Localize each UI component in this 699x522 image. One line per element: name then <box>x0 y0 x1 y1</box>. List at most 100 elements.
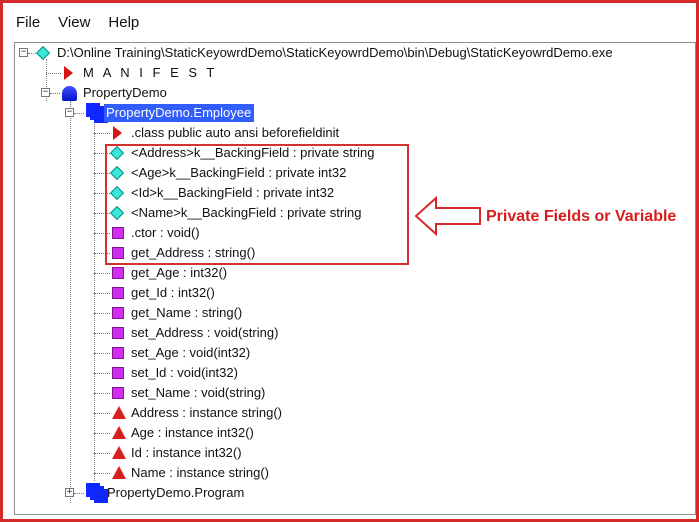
tree-row-method-get-age[interactable]: get_Age : int32() <box>15 263 695 283</box>
expand-program-button[interactable]: + <box>65 488 74 497</box>
tree-connector-manifest <box>46 73 61 75</box>
tree-connector-employee <box>74 113 84 115</box>
tree-connector-namespace <box>50 93 60 95</box>
menu-bar: File View Help <box>6 6 696 40</box>
method-set-address-label[interactable]: set_Address : void(string) <box>131 324 278 342</box>
method-get-name-label[interactable]: get_Name : string() <box>131 304 242 322</box>
menu-help[interactable]: Help <box>108 14 139 32</box>
tree-connector-method-set-age <box>94 353 110 355</box>
method-icon <box>112 287 124 299</box>
program-class-label[interactable]: PropertyDemo.Program <box>107 484 244 502</box>
tree-row-method-set-address[interactable]: set_Address : void(string) <box>15 323 695 343</box>
class-icon <box>90 486 104 500</box>
tree-row-property-id[interactable]: Id : instance int32() <box>15 443 695 463</box>
field-id-label[interactable]: <Id>k__BackingField : private int32 <box>131 184 334 202</box>
property-address-label[interactable]: Address : instance string() <box>131 404 282 422</box>
tree-connector-method-get-name <box>94 313 110 315</box>
tree-connector-program <box>74 493 84 495</box>
tree-row-method-get-id[interactable]: get_Id : int32() <box>15 283 695 303</box>
tree-row-manifest[interactable]: M A N I F E S T <box>15 63 695 83</box>
tree-row-namespace[interactable]: − PropertyDemo <box>15 83 695 103</box>
field-icon <box>109 185 125 201</box>
tree-row-method-set-id[interactable]: set_Id : void(int32) <box>15 363 695 383</box>
method-icon <box>112 347 124 359</box>
tree-connector-property-address <box>94 413 110 415</box>
field-icon <box>109 205 125 221</box>
collapse-root-button[interactable]: − <box>19 48 28 57</box>
tree-row-field-id[interactable]: <Id>k__BackingField : private int32 <box>15 183 695 203</box>
class-info-icon <box>113 126 122 140</box>
property-id-label[interactable]: Id : instance int32() <box>131 444 242 462</box>
tree-connector-method-set-id <box>94 373 110 375</box>
method-set-name-label[interactable]: set_Name : void(string) <box>131 384 265 402</box>
tree-connector-method-get-id <box>94 293 110 295</box>
method-icon <box>112 307 124 319</box>
property-name-label[interactable]: Name : instance string() <box>131 464 269 482</box>
property-icon <box>112 446 126 459</box>
tree-connector-field-id <box>94 193 110 195</box>
manifest-label[interactable]: M A N I F E S T <box>83 64 217 82</box>
tree-connector-method-ctor <box>94 233 110 235</box>
screenshot-frame: File View Help − D:\Online Training\Stat… <box>0 0 699 522</box>
menu-view[interactable]: View <box>58 14 90 32</box>
tree-connector-property-name <box>94 473 110 475</box>
menu-file[interactable]: File <box>16 14 40 32</box>
tree-connector-root <box>28 53 36 55</box>
tree-row-program-class[interactable]: + PropertyDemo.Program <box>15 483 695 503</box>
tree-row-employee-class[interactable]: − PropertyDemo.Employee <box>15 103 695 123</box>
assembly-diamond-icon <box>35 45 51 61</box>
tree-row-property-age[interactable]: Age : instance int32() <box>15 423 695 443</box>
collapse-namespace-button[interactable]: − <box>41 88 50 97</box>
tree-connector-property-age <box>94 433 110 435</box>
tree-row-field-age[interactable]: <Age>k__BackingField : private int32 <box>15 163 695 183</box>
tree-row-method-ctor[interactable]: .ctor : void() <box>15 223 695 243</box>
tree-connector-field-age <box>94 173 110 175</box>
method-icon <box>112 327 124 339</box>
tree-connector-method-set-address <box>94 333 110 335</box>
tree-connector-class-info <box>94 133 110 135</box>
tree-connector-method-get-address <box>94 253 110 255</box>
tree-row-method-get-address[interactable]: get_Address : string() <box>15 243 695 263</box>
tree-row-root[interactable]: − D:\Online Training\StaticKeyowrdDemo\S… <box>15 43 695 63</box>
class-info-label[interactable]: .class public auto ansi beforefieldinit <box>131 124 339 142</box>
employee-class-label[interactable]: PropertyDemo.Employee <box>104 104 255 122</box>
method-icon <box>112 247 124 259</box>
field-icon <box>109 145 125 161</box>
property-icon <box>112 466 126 479</box>
method-icon <box>112 387 124 399</box>
field-icon <box>109 165 125 181</box>
class-icon <box>90 106 104 120</box>
tree-connector-property-id <box>94 453 110 455</box>
method-icon <box>112 367 124 379</box>
assembly-path-label[interactable]: D:\Online Training\StaticKeyowrdDemo\Sta… <box>57 44 613 62</box>
method-get-id-label[interactable]: get_Id : int32() <box>131 284 215 302</box>
property-age-label[interactable]: Age : instance int32() <box>131 424 254 442</box>
annotation-arrow-icon <box>414 195 481 237</box>
property-icon <box>112 406 126 419</box>
method-get-address-label[interactable]: get_Address : string() <box>131 244 255 262</box>
field-address-label[interactable]: <Address>k__BackingField : private strin… <box>131 144 375 162</box>
field-age-label[interactable]: <Age>k__BackingField : private int32 <box>131 164 346 182</box>
collapse-employee-button[interactable]: − <box>65 108 74 117</box>
tree-row-field-address[interactable]: <Address>k__BackingField : private strin… <box>15 143 695 163</box>
private-fields-annotation: Private Fields or Variable <box>486 208 677 225</box>
tree-row-method-set-age[interactable]: set_Age : void(int32) <box>15 343 695 363</box>
method-ctor-label[interactable]: .ctor : void() <box>131 224 200 242</box>
tree-connector-method-set-name <box>94 393 110 395</box>
namespace-label[interactable]: PropertyDemo <box>83 84 167 102</box>
method-set-id-label[interactable]: set_Id : void(int32) <box>131 364 238 382</box>
tree-row-method-get-name[interactable]: get_Name : string() <box>15 303 695 323</box>
method-get-age-label[interactable]: get_Age : int32() <box>131 264 227 282</box>
tree-row-class-info[interactable]: .class public auto ansi beforefieldinit <box>15 123 695 143</box>
method-set-age-label[interactable]: set_Age : void(int32) <box>131 344 250 362</box>
tree-connector-field-name <box>94 213 110 215</box>
assembly-tree-panel[interactable]: − D:\Online Training\StaticKeyowrdDemo\S… <box>14 42 696 515</box>
manifest-icon <box>64 66 73 80</box>
tree-row-property-address[interactable]: Address : instance string() <box>15 403 695 423</box>
namespace-icon <box>62 86 77 101</box>
tree-connector-method-get-age <box>94 273 110 275</box>
method-icon <box>112 267 124 279</box>
tree-row-property-name[interactable]: Name : instance string() <box>15 463 695 483</box>
tree-row-method-set-name[interactable]: set_Name : void(string) <box>15 383 695 403</box>
field-name-label[interactable]: <Name>k__BackingField : private string <box>131 204 362 222</box>
